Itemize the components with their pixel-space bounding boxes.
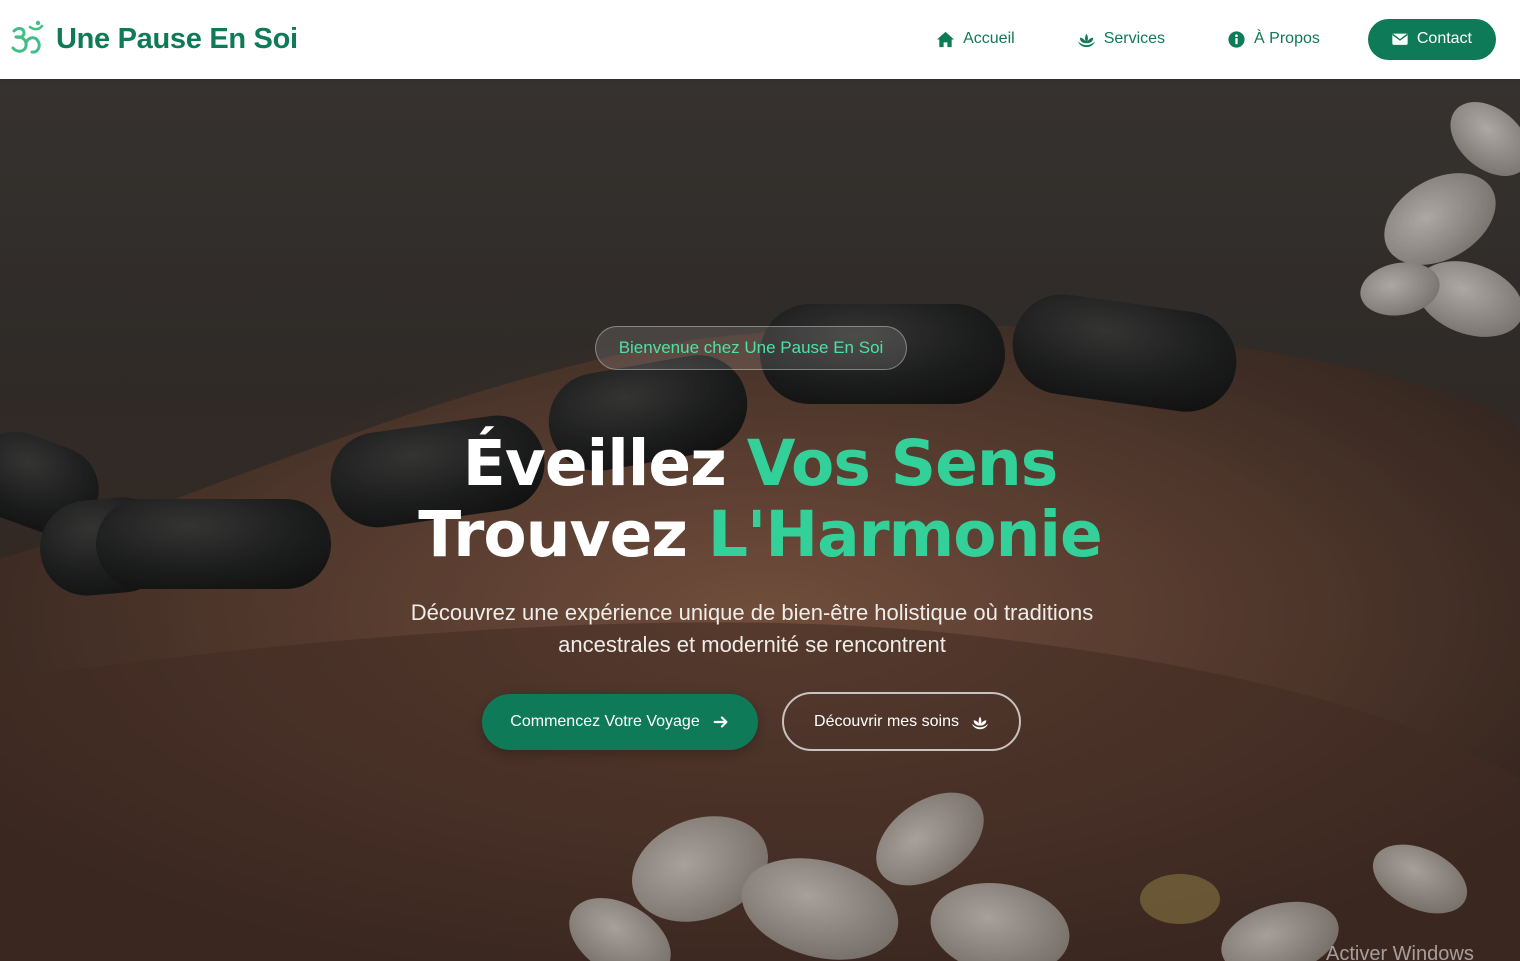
arrow-right-icon <box>713 716 728 728</box>
nav-item-services[interactable]: Services <box>1077 30 1165 49</box>
navbar: Une Pause En Soi Accueil Services À Prop… <box>0 0 1520 79</box>
nav-links: Accueil Services À Propos Contact <box>936 18 1496 60</box>
nav-item-label: Accueil <box>963 30 1015 47</box>
discover-treatments-button[interactable]: Découvrir mes soins <box>782 692 1021 751</box>
headline-white-text: Éveillez <box>462 427 727 500</box>
home-icon <box>937 31 955 47</box>
lotus-icon <box>971 716 989 729</box>
contact-button[interactable]: Contact <box>1367 18 1496 60</box>
lotus-icon <box>1077 33 1095 47</box>
brand-name: Une Pause En Soi <box>56 22 298 55</box>
nav-item-label: Services <box>1103 30 1166 47</box>
headline-line-2: Trouvez L'Harmonie <box>0 500 1520 570</box>
nav-item-label: À Propos <box>1254 30 1320 47</box>
om-icon <box>11 20 44 54</box>
hero-section: Bienvenue chez Une Pause En Soi Éveillez… <box>0 79 1520 961</box>
start-journey-label: Commencez Votre Voyage <box>510 713 700 730</box>
brand-logo-link[interactable]: Une Pause En Soi <box>8 16 298 62</box>
contact-button-label: Contact <box>1416 30 1472 47</box>
headline-accent-text: L'Harmonie <box>707 498 1103 571</box>
windows-activation-watermark: Activer Windows <box>1326 943 1474 961</box>
discover-treatments-label: Découvrir mes soins <box>814 712 959 730</box>
nav-item-accueil[interactable]: Accueil <box>936 30 1015 49</box>
headline-accent-text: Vos Sens <box>746 427 1058 500</box>
headline-line-1: Éveillez Vos Sens <box>0 429 1520 499</box>
start-journey-button[interactable]: Commencez Votre Voyage <box>482 694 758 750</box>
envelope-icon <box>1392 33 1408 45</box>
info-icon <box>1228 30 1245 48</box>
hero-subtitle: Découvrez une expérience unique de bien-… <box>410 600 1094 657</box>
nav-item-a-propos[interactable]: À Propos <box>1227 30 1320 49</box>
welcome-badge: Bienvenue chez Une Pause En Soi <box>595 326 907 370</box>
headline-white-text: Trouvez <box>418 498 688 571</box>
